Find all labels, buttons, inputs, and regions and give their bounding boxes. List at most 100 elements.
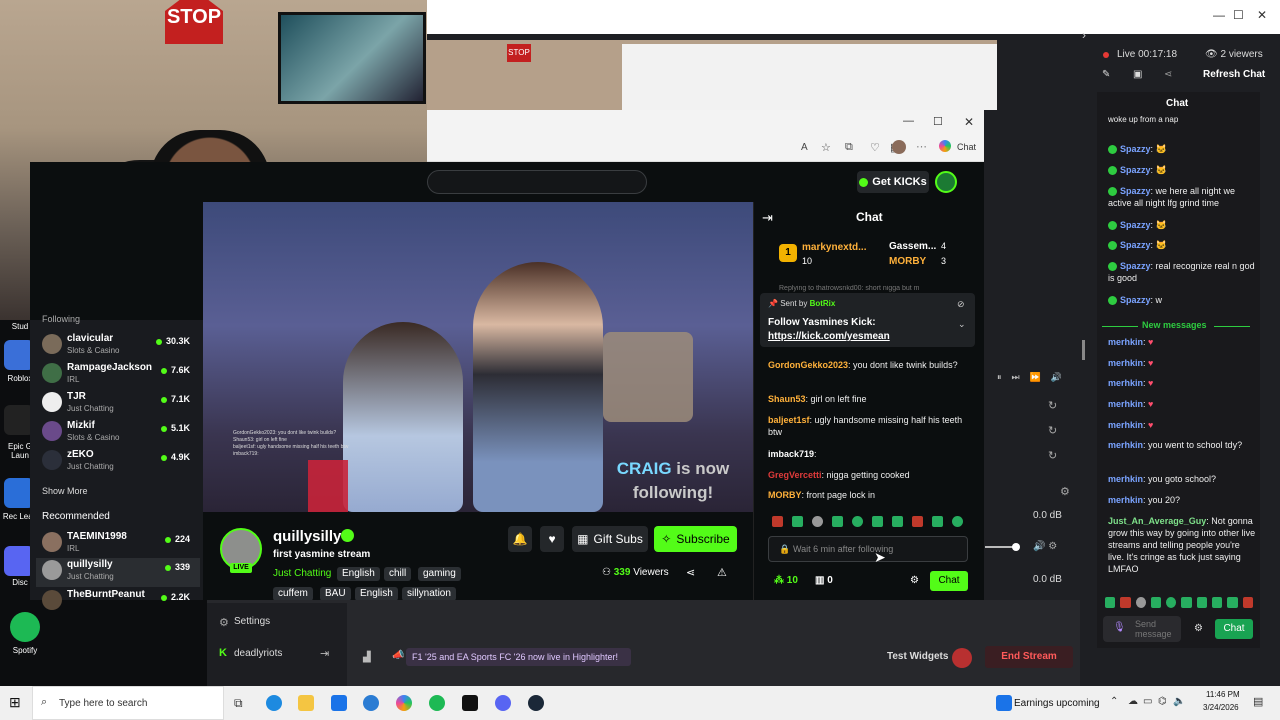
leaderboard-name[interactable]: markynextd...: [802, 242, 866, 253]
chevron-right-icon[interactable]: ›: [1082, 28, 1086, 42]
network-icon[interactable]: ⌬: [1158, 696, 1167, 707]
news-widget-label[interactable]: Earnings upcoming: [1014, 698, 1100, 709]
sidebar-channel[interactable]: RampageJackson IRL 7.6K: [40, 361, 200, 390]
clock-time[interactable]: 11:46 PM: [1206, 690, 1240, 699]
chat-username[interactable]: merhkin: [1108, 358, 1143, 368]
copilot-icon[interactable]: [396, 695, 412, 711]
skip-icon[interactable]: ⏩: [1030, 372, 1041, 386]
follow-heart-icon[interactable]: ♥: [540, 526, 564, 552]
highlighter-banner[interactable]: F1 '25 and EA Sports FC '26 now live in …: [406, 648, 631, 666]
emote-icon[interactable]: [852, 516, 863, 527]
emote-icon[interactable]: [1105, 597, 1116, 608]
chat-settings-icon[interactable]: ⚙: [1194, 623, 1203, 634]
chat-username[interactable]: Spazzy: [1120, 261, 1151, 271]
tag[interactable]: gaming: [418, 567, 461, 581]
extensions-icon[interactable]: ⧉: [845, 141, 853, 154]
maximize-icon[interactable]: ☐: [1233, 8, 1244, 22]
tag[interactable]: cuffem: [273, 587, 313, 601]
kick-send-chat-button[interactable]: Chat: [930, 571, 968, 591]
share-icon[interactable]: ⋖: [1164, 69, 1172, 80]
refresh-icon[interactable]: ↻: [1048, 449, 1057, 462]
more-icon[interactable]: ⋯: [916, 140, 927, 153]
mixer-settings-icon[interactable]: ⚙: [1060, 485, 1070, 498]
emote-icon[interactable]: [832, 516, 843, 527]
sidebar-channel[interactable]: TJR Just Chatting 7.1K: [40, 390, 200, 419]
logout-icon[interactable]: ⇥: [320, 647, 329, 660]
sidebar-channel[interactable]: TheBurntPeanut 2.2K: [40, 588, 200, 617]
chat-username[interactable]: merhkin: [1108, 337, 1143, 347]
taskbar-search[interactable]: ⌕ Type here to search: [32, 686, 224, 720]
file-explorer-icon[interactable]: [298, 695, 314, 711]
chat-username[interactable]: Spazzy: [1120, 295, 1151, 305]
refresh-chat-button[interactable]: Refresh Chat: [1203, 69, 1265, 80]
emote-icon[interactable]: [932, 516, 943, 527]
minimize-icon[interactable]: —: [903, 115, 914, 127]
discord-icon[interactable]: [495, 695, 511, 711]
volume-icon[interactable]: 🔈: [1173, 696, 1185, 707]
video-player[interactable]: GordonGekko2023: you dont like twink bui…: [203, 202, 753, 512]
subscribe-button[interactable]: ✧ Subscribe: [654, 526, 737, 552]
category-link[interactable]: Just Chatting: [273, 568, 331, 579]
chat-username[interactable]: Spazzy: [1120, 165, 1151, 175]
emote-icon[interactable]: [1135, 597, 1146, 608]
sidebar-channel[interactable]: clavicular Slots & Casino 30.3K: [40, 332, 200, 361]
volume-icon[interactable]: 🔊: [1051, 372, 1062, 386]
obs-app-icon[interactable]: [462, 695, 478, 711]
tag[interactable]: English: [355, 587, 398, 601]
chat-username[interactable]: Just_An_Average_Guy: [1108, 516, 1206, 526]
notifications-icon[interactable]: ▤: [1253, 695, 1263, 708]
emote-icon[interactable]: [1181, 597, 1192, 608]
inventory-counter[interactable]: ▥ 0: [815, 575, 833, 586]
mute-icon[interactable]: 🔊 ⚙: [1033, 541, 1057, 552]
emote-icon[interactable]: [872, 516, 883, 527]
announcement-icon[interactable]: 📣: [392, 650, 404, 661]
report-icon[interactable]: ⚠: [717, 566, 727, 579]
favorite-star-icon[interactable]: ☆: [821, 141, 831, 154]
monitor-icon[interactable]: ▭: [1143, 696, 1152, 707]
chat-username[interactable]: Spazzy: [1120, 144, 1151, 154]
panel-splitter[interactable]: [1082, 340, 1085, 360]
stats-icon[interactable]: ▟: [363, 652, 371, 663]
get-kicks-button[interactable]: Get KICKs: [857, 171, 929, 193]
edge-icon[interactable]: [266, 695, 282, 711]
emote-icon[interactable]: [912, 516, 923, 527]
chat-username[interactable]: merhkin: [1108, 399, 1143, 409]
emote-icon[interactable]: [772, 516, 783, 527]
edit-icon[interactable]: ✎: [1102, 69, 1110, 80]
obs-chat-input[interactable]: 🎙 Send message: [1103, 616, 1181, 642]
favorites-icon[interactable]: ♡: [870, 141, 880, 154]
sidebar-channel[interactable]: Mizkif Slots & Casino 5.1K: [40, 419, 200, 448]
chat-settings-icon[interactable]: ⚙: [910, 575, 919, 586]
gear-icon[interactable]: ⚙: [219, 616, 229, 629]
emote-icon[interactable]: [892, 516, 903, 527]
chat-input[interactable]: 🔒 Wait 6 min after following: [768, 536, 968, 562]
obs-send-chat-button[interactable]: Chat: [1215, 619, 1253, 639]
user-avatar[interactable]: [935, 171, 957, 193]
test-widgets-button[interactable]: Test Widgets: [887, 651, 948, 662]
spotify-icon[interactable]: [429, 695, 445, 711]
search-input[interactable]: [427, 170, 647, 194]
refresh-icon[interactable]: ↻: [1048, 399, 1057, 412]
pause-icon[interactable]: ⏸: [997, 372, 1002, 386]
settings-link[interactable]: Settings: [234, 616, 270, 627]
show-more-link[interactable]: Show More: [42, 486, 88, 496]
maximize-icon[interactable]: ☐: [933, 115, 943, 128]
emote-icon[interactable]: [1212, 597, 1223, 608]
emote-icon[interactable]: [1150, 597, 1162, 608]
chat-username[interactable]: GordonGekko2023: [768, 360, 848, 370]
emote-icon[interactable]: [1166, 597, 1177, 608]
close-icon[interactable]: ✕: [1257, 8, 1267, 22]
next-icon[interactable]: ⏭: [1012, 372, 1020, 386]
chat-username[interactable]: baljeet1sf: [768, 415, 810, 425]
emote-icon[interactable]: [952, 516, 963, 527]
pinned-link[interactable]: https://kick.com/yesmean: [768, 331, 890, 342]
onedrive-icon[interactable]: ☁: [1128, 696, 1138, 707]
chat-username[interactable]: merhkin: [1108, 420, 1143, 430]
chat-username[interactable]: Spazzy: [1120, 186, 1151, 196]
chat-username[interactable]: merhkin: [1108, 495, 1143, 505]
chat-username[interactable]: merhkin: [1108, 378, 1143, 388]
tag[interactable]: BAU: [320, 587, 351, 601]
news-widget-icon[interactable]: [996, 695, 1012, 711]
emote-icon[interactable]: [1242, 597, 1253, 608]
sidebar-channel[interactable]: TAEMIN1998 IRL 224: [40, 530, 200, 559]
